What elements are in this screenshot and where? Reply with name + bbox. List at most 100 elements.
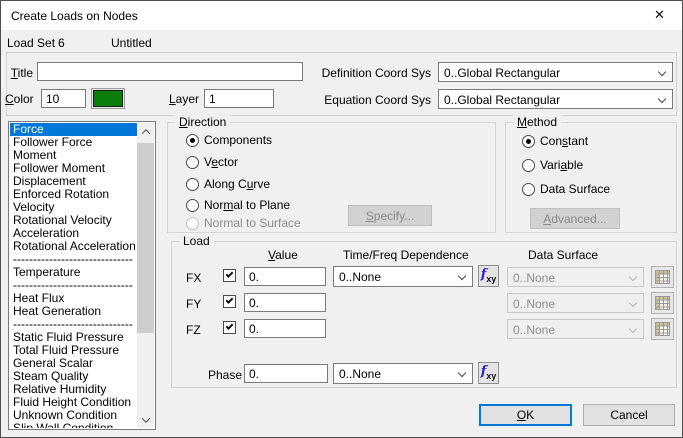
radio-normal-to-surface-label: Normal to Surface [204,216,301,230]
checkmark-icon [226,322,234,330]
radio-button-icon [186,178,199,191]
color-swatch-fill [93,90,123,107]
radio-button-icon [186,217,199,230]
value-column-header: Value [268,248,298,262]
equation-coord-dropdown[interactable]: 0..Global Rectangular [438,89,673,109]
window-title: Create Loads on Nodes [11,9,138,23]
listbox-scrollbar[interactable] [137,123,154,428]
layer-field-label: Layer [161,92,199,106]
fx-value-input[interactable]: 0. [244,267,326,286]
color-field-label: Color [5,92,33,106]
title-field-label: Title [5,66,33,80]
fy-data-surface-value: 0..None [513,297,555,311]
fx-checkbox[interactable] [223,269,236,282]
fz-data-surface-dropdown: 0..None [507,319,644,339]
radio-normal-to-surface: Normal to Surface [186,216,301,230]
fy-data-surface-dropdown: 0..None [507,293,644,313]
radio-button-icon [522,183,535,196]
fy-data-surface-grid-button[interactable] [651,292,674,314]
table-grid-icon [655,270,670,284]
fz-row-label: FZ [186,323,201,337]
checkmark-icon [226,296,234,304]
radio-vector-label: Vector [204,155,238,169]
color-swatch[interactable] [91,88,125,109]
radio-normal-to-plane-label: Normal to Plane [204,198,290,212]
title-bar: Create Loads on Nodes ✕ [1,1,682,30]
chevron-down-icon [658,68,666,76]
chevron-down-icon [629,325,637,333]
radio-button-icon [186,199,199,212]
load-set-name: Untitled [111,36,152,50]
fx-time-freq-value: 0..None [339,270,381,284]
title-input[interactable] [37,62,303,81]
fz-data-surface-value: 0..None [513,323,555,337]
chevron-down-icon [629,273,637,281]
chevron-down-icon [658,95,666,103]
radio-normal-to-plane[interactable]: Normal to Plane [186,198,290,212]
table-grid-icon [655,322,670,336]
fy-value-input[interactable]: 0. [244,293,326,312]
chevron-down-icon [141,414,149,422]
radio-variable-label: Variable [540,158,583,172]
fz-value-input[interactable]: 0. [244,319,326,338]
function-icon-sub: xy [486,371,496,381]
direction-group-label: Direction [175,115,230,129]
radio-along-curve-label: Along Curve [204,177,270,191]
data-surface-column-header: Data Surface [528,248,598,262]
fz-data-surface-grid-button[interactable] [651,318,674,340]
specify-button: Specify... [348,205,432,226]
radio-button-icon [186,156,199,169]
radio-constant-label: Constant [540,134,588,148]
radio-button-icon [186,134,199,147]
fx-row-label: FX [186,271,201,285]
radio-components[interactable]: Components [186,133,272,147]
fx-function-button[interactable]: fxy [478,265,499,287]
load-type-listbox[interactable]: ForceFollower ForceMomentFollower Moment… [8,121,156,430]
definition-coord-label: Definition Coord Sys [321,66,431,80]
phase-value-input[interactable]: 0. [244,364,328,383]
chevron-down-icon [458,369,466,377]
ok-button[interactable]: OK [479,404,572,426]
load-group-label: Load [179,234,214,248]
chevron-down-icon [458,272,466,280]
chevron-up-icon [141,129,149,137]
cancel-button[interactable]: Cancel [583,404,675,426]
radio-components-label: Components [204,133,272,147]
fx-data-surface-grid-button[interactable] [651,266,674,288]
radio-constant[interactable]: Constant [522,134,588,148]
equation-coord-value: 0..Global Rectangular [444,93,560,107]
time-freq-column-header: Time/Freq Dependence [343,248,469,262]
scrollbar-down-button[interactable] [137,411,154,428]
close-button[interactable]: ✕ [637,1,682,29]
scrollbar-thumb[interactable] [137,143,154,333]
fy-checkbox[interactable] [223,295,236,308]
create-loads-dialog: Create Loads on Nodes ✕ Load Set 6 Untit… [0,0,683,438]
radio-along-curve[interactable]: Along Curve [186,177,270,191]
radio-button-icon [522,135,535,148]
radio-button-icon [522,159,535,172]
color-input[interactable]: 10 [41,89,86,108]
scrollbar-up-button[interactable] [137,123,154,140]
phase-function-button[interactable]: fxy [478,362,499,384]
phase-time-freq-dropdown[interactable]: 0..None [333,363,473,384]
table-grid-icon [655,296,670,310]
fx-data-surface-dropdown: 0..None [507,267,644,287]
equation-coord-label: Equation Coord Sys [321,93,431,107]
radio-data-surface[interactable]: Data Surface [522,182,610,196]
fz-checkbox[interactable] [223,321,236,334]
phase-time-freq-value: 0..None [339,367,381,381]
checkmark-icon [226,270,234,278]
radio-data-surface-label: Data Surface [540,182,610,196]
fy-row-label: FY [186,297,201,311]
radio-vector[interactable]: Vector [186,155,238,169]
phase-label: Phase [208,368,242,382]
load-type-item[interactable]: Slip Wall Condition [10,422,137,428]
radio-variable[interactable]: Variable [522,158,583,172]
load-set-label: Load Set [7,36,55,50]
definition-coord-dropdown[interactable]: 0..Global Rectangular [438,62,673,82]
load-set-number: 6 [58,36,65,50]
advanced-button: Advanced... [530,208,620,229]
fx-time-freq-dropdown[interactable]: 0..None [333,266,473,287]
method-group-label: Method [513,115,561,129]
layer-input[interactable]: 1 [204,89,274,108]
